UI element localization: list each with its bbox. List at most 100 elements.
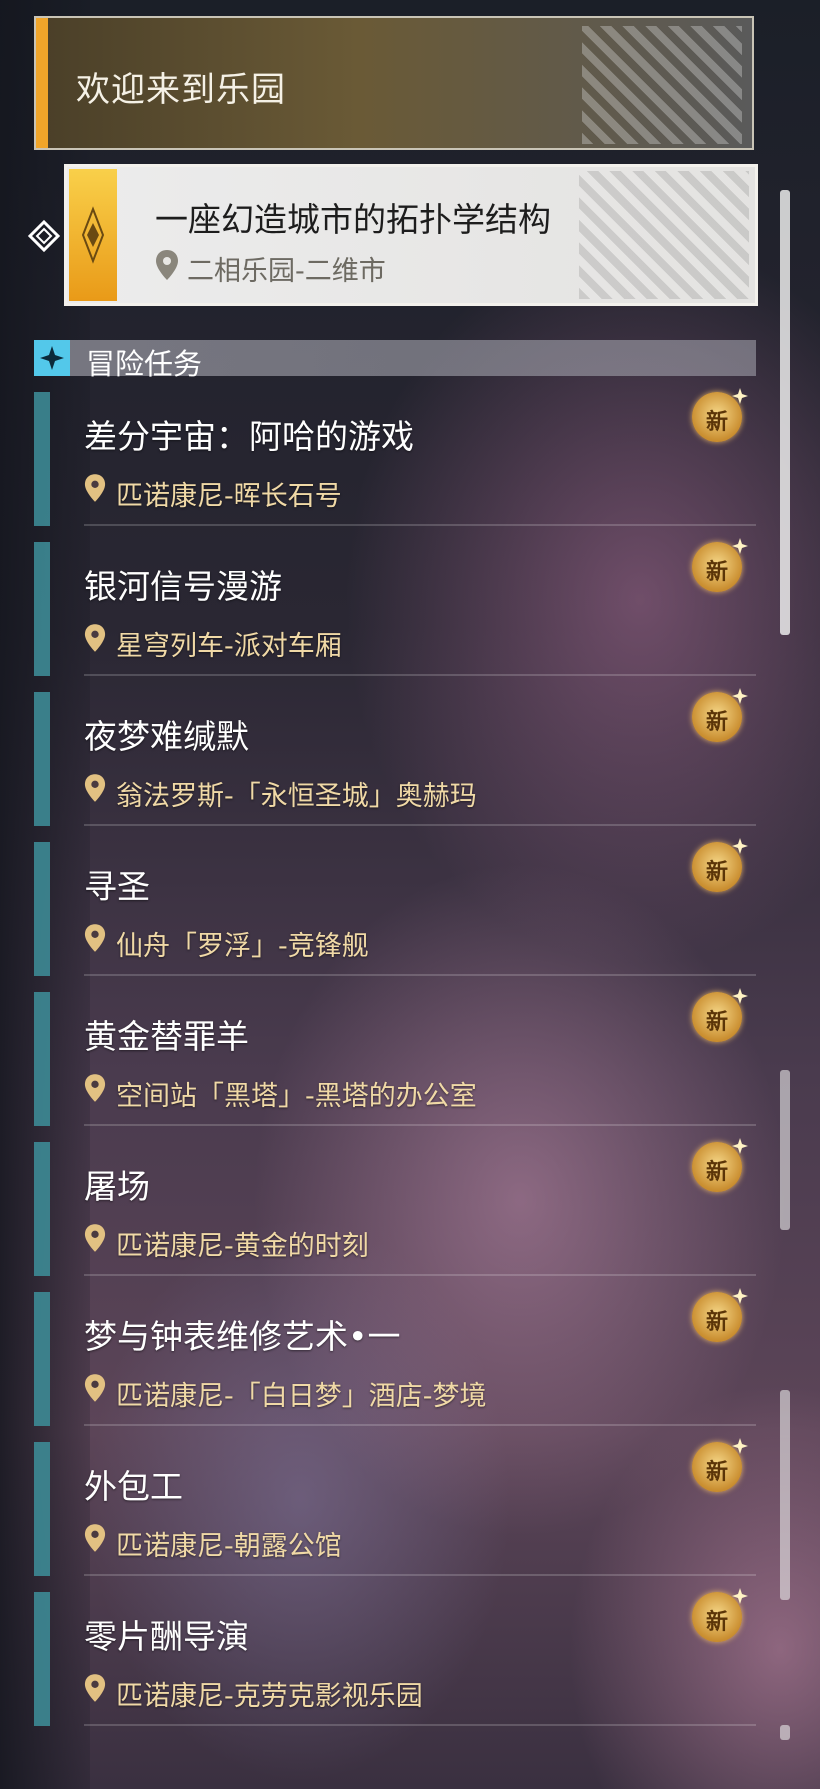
sparkle-icon — [732, 988, 748, 1004]
location-pin-icon — [84, 1224, 106, 1252]
new-badge: 新 — [692, 538, 748, 592]
mission-item[interactable]: 梦与钟表维修艺术•一 匹诺康尼-「白日梦」酒店-梦境 新 — [34, 1288, 756, 1426]
scrollbar-track-segment — [780, 1070, 790, 1230]
mission-divider — [84, 1274, 756, 1276]
mission-item[interactable]: 外包工 匹诺康尼-朝露公馆 新 — [34, 1438, 756, 1576]
new-badge-label: 新 — [705, 710, 728, 735]
section-title: 冒险任务 — [86, 347, 203, 381]
sparkle-icon — [732, 838, 748, 854]
scrollbar-thumb[interactable] — [780, 190, 790, 635]
scrollbar-track-segment — [780, 1725, 790, 1740]
mission-divider — [84, 674, 756, 676]
mission-accent-bar — [34, 992, 50, 1126]
new-badge: 新 — [692, 838, 748, 892]
new-badge: 新 — [692, 988, 748, 1042]
mission-name: 寻圣 — [84, 867, 150, 906]
mission-item[interactable]: 银河信号漫游 星穹列车-派对车厢 新 — [34, 538, 756, 676]
welcome-title: 欢迎来到乐园 — [76, 70, 286, 110]
sparkle-icon — [732, 1288, 748, 1304]
location-pin-icon — [84, 1074, 106, 1102]
section-sparkle-icon — [34, 340, 70, 376]
new-badge-label: 新 — [705, 1310, 728, 1335]
mission-location: 匹诺康尼-晖长石号 — [116, 481, 342, 512]
mission-name: 梦与钟表维修艺术•一 — [84, 1317, 401, 1356]
new-badge-label: 新 — [705, 860, 728, 885]
featured-quest-location: 二相乐园-二维市 — [187, 256, 386, 287]
welcome-accent-bar — [36, 18, 48, 148]
mission-divider — [84, 524, 756, 526]
new-badge: 新 — [692, 1138, 748, 1192]
mission-name: 差分宇宙：阿哈的游戏 — [84, 417, 414, 456]
location-pin-icon — [84, 774, 106, 802]
mission-divider — [84, 1574, 756, 1576]
welcome-banner[interactable]: 欢迎来到乐园 — [34, 16, 754, 150]
mission-item[interactable]: 夜梦难缄默 翁法罗斯-「永恒圣城」奥赫玛 新 — [34, 688, 756, 826]
welcome-emblem-decoration — [582, 26, 742, 144]
scrollbar-track-segment — [780, 1390, 790, 1600]
sparkle-icon — [732, 538, 748, 554]
new-badge: 新 — [692, 1438, 748, 1492]
mission-name: 银河信号漫游 — [84, 567, 282, 606]
new-badge: 新 — [692, 1288, 748, 1342]
mission-divider — [84, 1424, 756, 1426]
sparkle-icon — [732, 688, 748, 704]
mission-location: 星穹列车-派对车厢 — [116, 631, 342, 662]
new-badge: 新 — [692, 1588, 748, 1642]
mission-location: 匹诺康尼-「白日梦」酒店-梦境 — [116, 1381, 487, 1412]
mission-divider — [84, 1124, 756, 1126]
new-badge-label: 新 — [705, 1610, 728, 1635]
new-badge-label: 新 — [705, 1160, 728, 1185]
new-badge: 新 — [692, 388, 748, 442]
new-badge: 新 — [692, 688, 748, 742]
sparkle-icon — [732, 388, 748, 404]
mission-divider — [84, 824, 756, 826]
mission-item[interactable]: 屠场 匹诺康尼-黄金的时刻 新 — [34, 1138, 756, 1276]
mission-item[interactable]: 差分宇宙：阿哈的游戏 匹诺康尼-晖长石号 新 — [34, 388, 756, 526]
mission-divider — [84, 1724, 756, 1726]
mission-accent-bar — [34, 542, 50, 676]
mission-item[interactable]: 黄金替罪羊 空间站「黑塔」-黑塔的办公室 新 — [34, 988, 756, 1126]
mission-accent-bar — [34, 1142, 50, 1276]
tracked-marker-icon — [27, 219, 61, 253]
mission-location: 空间站「黑塔」-黑塔的办公室 — [116, 1081, 477, 1112]
quest-star-icon — [81, 206, 105, 264]
mission-location: 仙舟「罗浮」-竞锋舰 — [116, 931, 369, 962]
new-badge-label: 新 — [705, 1010, 728, 1035]
featured-quest-title: 一座幻造城市的拓扑学结构 — [155, 200, 551, 239]
new-badge-label: 新 — [705, 560, 728, 585]
mission-divider — [84, 974, 756, 976]
location-pin-icon — [84, 1524, 106, 1552]
location-pin-icon — [84, 1674, 106, 1702]
quest-card-decoration — [579, 171, 749, 299]
section-header-adventure: 冒险任务 — [34, 340, 756, 381]
mission-location: 翁法罗斯-「永恒圣城」奥赫玛 — [116, 781, 477, 812]
sparkle-icon — [732, 1588, 748, 1604]
mission-accent-bar — [34, 692, 50, 826]
mission-location: 匹诺康尼-黄金的时刻 — [116, 1231, 369, 1262]
sparkle-icon — [732, 1438, 748, 1454]
scrollbar[interactable] — [780, 40, 790, 1740]
featured-quest-card[interactable]: 一座幻造城市的拓扑学结构 二相乐园-二维市 — [64, 164, 758, 306]
mission-item[interactable]: 零片酬导演 匹诺康尼-克劳克影视乐园 新 — [34, 1588, 756, 1726]
mission-accent-bar — [34, 842, 50, 976]
mission-name: 夜梦难缄默 — [84, 717, 249, 756]
quest-badge — [69, 169, 117, 301]
mission-item[interactable]: 寻圣 仙舟「罗浮」-竞锋舰 新 — [34, 838, 756, 976]
mission-location: 匹诺康尼-克劳克影视乐园 — [116, 1681, 423, 1712]
mission-accent-bar — [34, 1292, 50, 1426]
location-pin-icon — [84, 474, 106, 502]
mission-accent-bar — [34, 1442, 50, 1576]
mission-accent-bar — [34, 1592, 50, 1726]
mission-name: 屠场 — [84, 1167, 150, 1206]
sparkle-icon — [732, 1138, 748, 1154]
new-badge-label: 新 — [705, 1460, 728, 1485]
location-pin-icon — [84, 1374, 106, 1402]
new-badge-label: 新 — [705, 410, 728, 435]
mission-name: 黄金替罪羊 — [84, 1017, 249, 1056]
location-pin-icon — [156, 250, 178, 280]
mission-accent-bar — [34, 392, 50, 526]
mission-location: 匹诺康尼-朝露公馆 — [116, 1531, 342, 1562]
mission-name: 零片酬导演 — [84, 1617, 249, 1656]
location-pin-icon — [84, 624, 106, 652]
mission-name: 外包工 — [84, 1467, 183, 1506]
